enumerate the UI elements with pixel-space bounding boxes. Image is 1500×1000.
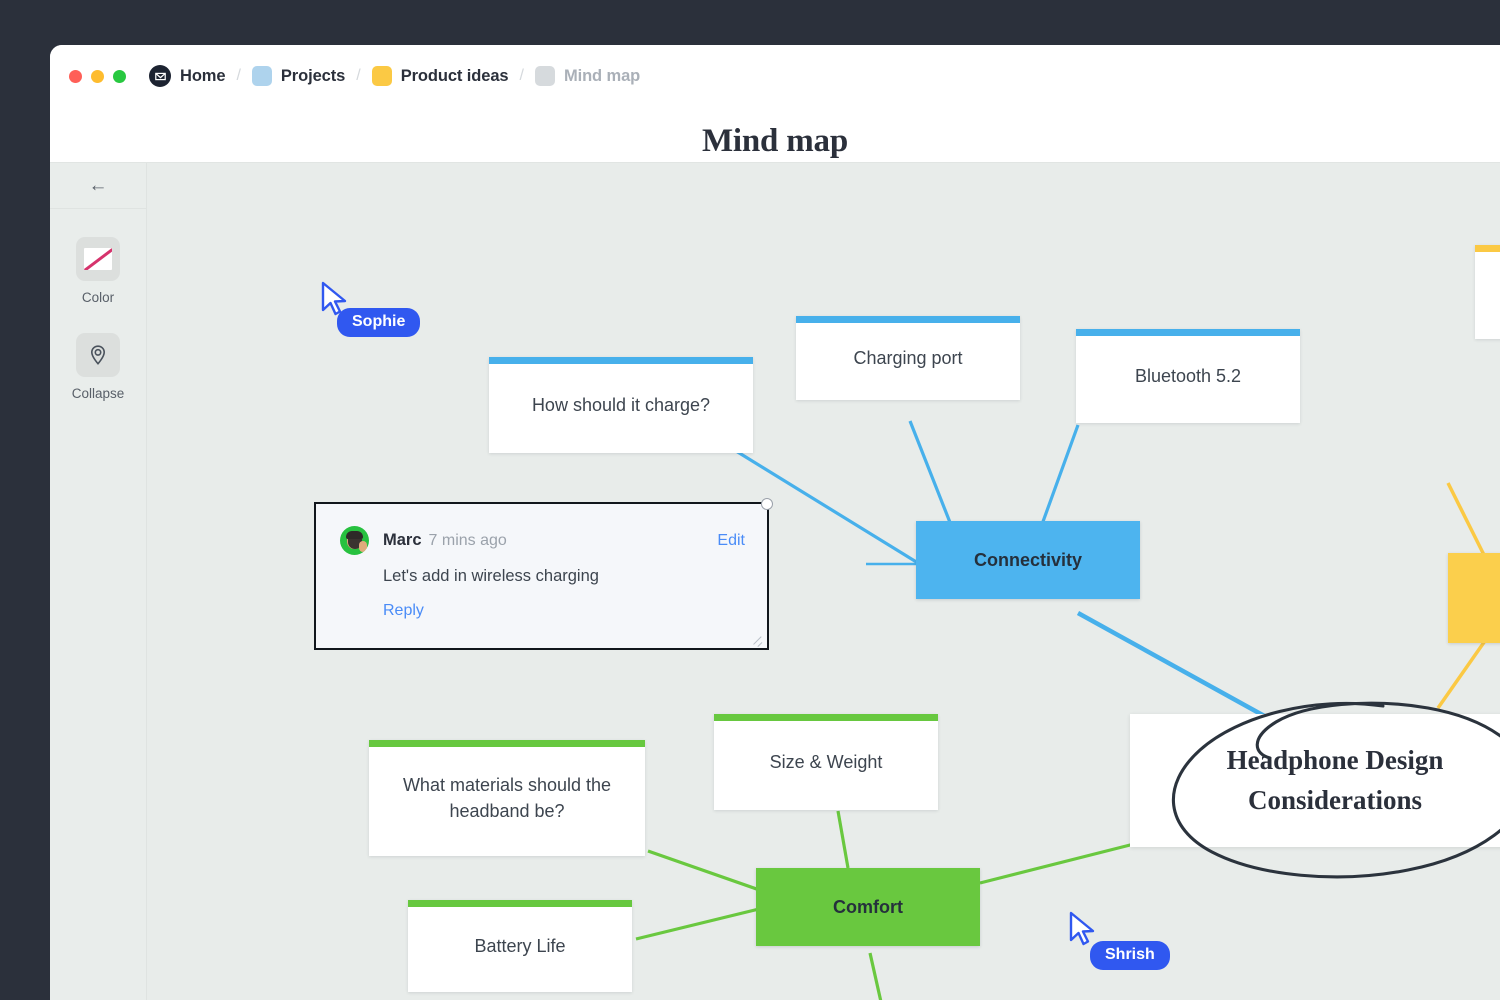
node-center-headphone-design[interactable]: Headphone Design Considerations	[1130, 714, 1500, 847]
node-how-should-it-charge[interactable]: How should it charge?	[489, 357, 753, 453]
no-color-swatch-icon	[84, 248, 112, 270]
node-color-bar	[1076, 329, 1300, 336]
collaborator-cursor-shrish: Shrish	[1068, 911, 1198, 971]
node-size-weight[interactable]: Size & Weight	[714, 714, 938, 810]
comment-timestamp: 7 mins ago	[429, 532, 507, 550]
cursor-arrow-icon	[1068, 911, 1098, 947]
node-active-noise[interactable]: Acti	[1475, 245, 1500, 339]
sidebar-back-button[interactable]: ←	[50, 163, 146, 209]
node-label: How should it charge?	[532, 392, 710, 418]
comment-text: Let's add in wireless charging	[383, 567, 745, 586]
node-label: What materials should the headband be?	[383, 772, 631, 824]
node-color-bar	[408, 900, 632, 907]
selection-handle-dot[interactable]	[761, 498, 773, 510]
breadcrumb-label-product-ideas: Product ideas	[401, 67, 509, 86]
sidebar-item-collapse[interactable]: Collapse	[50, 333, 146, 401]
workspace-body: ← Color Collapse	[50, 162, 1500, 1000]
arrow-left-icon: ←	[89, 176, 108, 195]
comment-header: Marc 7 mins ago Edit	[340, 526, 745, 555]
blue-square-icon	[252, 66, 272, 86]
collapse-tool-button[interactable]	[76, 333, 120, 377]
comment-reply-link[interactable]: Reply	[383, 602, 745, 620]
screenshot-root: Home / Projects / Product ideas / Mind m…	[0, 0, 1500, 1000]
maximize-window-icon[interactable]	[113, 70, 126, 83]
comment-body: Marc 7 mins ago Edit Let's add in wirele…	[316, 504, 767, 648]
close-window-icon[interactable]	[69, 70, 82, 83]
breadcrumb-separator: /	[236, 67, 240, 85]
node-label: Battery Life	[474, 933, 565, 959]
node-headband-materials[interactable]: What materials should the headband be?	[369, 740, 645, 856]
cursor-name-label: Sophie	[337, 308, 420, 337]
map-pin-icon	[86, 343, 110, 367]
node-charging-port[interactable]: Charging port	[796, 316, 1020, 400]
color-tool-button[interactable]	[76, 237, 120, 281]
sidebar-item-label: Collapse	[72, 386, 125, 401]
node-label: Size & Weight	[770, 749, 883, 775]
node-color-bar	[489, 357, 753, 364]
breadcrumb-item-mind-map[interactable]: Mind map	[535, 66, 640, 86]
breadcrumb-separator: /	[356, 67, 360, 85]
center-node-label: Headphone Design Considerations	[1185, 741, 1485, 821]
node-label: Bluetooth 5.2	[1135, 363, 1241, 389]
app-logo-icon	[149, 65, 171, 87]
grey-square-icon	[535, 66, 555, 86]
window-titlebar: Home / Projects / Product ideas / Mind m…	[50, 45, 1500, 107]
collaborator-cursor-sophie: Sophie	[320, 281, 450, 341]
node-color-bar	[1475, 245, 1500, 252]
node-battery-life[interactable]: Battery Life	[408, 900, 632, 992]
sidebar-item-color[interactable]: Color	[50, 237, 146, 305]
comment-author: Marc	[383, 531, 422, 550]
comment-card[interactable]: Marc 7 mins ago Edit Let's add in wirele…	[314, 502, 769, 650]
node-bluetooth[interactable]: Bluetooth 5.2	[1076, 329, 1300, 423]
breadcrumb-label-home: Home	[180, 67, 225, 86]
breadcrumb-label-mind-map: Mind map	[564, 67, 640, 86]
branch-label: Comfort	[833, 897, 903, 918]
tool-sidebar: ← Color Collapse	[50, 163, 147, 1000]
breadcrumb-label-projects: Projects	[281, 67, 345, 86]
avatar	[340, 526, 369, 555]
app-window: Home / Projects / Product ideas / Mind m…	[50, 45, 1500, 1000]
mindmap-canvas[interactable]: How should it charge? Charging port Blue…	[148, 163, 1500, 1000]
node-color-bar	[714, 714, 938, 721]
comment-edit-link[interactable]: Edit	[717, 532, 745, 550]
breadcrumb: Home / Projects / Product ideas / Mind m…	[149, 65, 640, 87]
node-color-bar	[369, 740, 645, 747]
branch-connectivity[interactable]: Connectivity	[916, 521, 1140, 599]
breadcrumb-item-home[interactable]: Home	[149, 65, 225, 87]
breadcrumb-item-projects[interactable]: Projects	[252, 66, 345, 86]
branch-comfort[interactable]: Comfort	[756, 868, 980, 946]
breadcrumb-item-product-ideas[interactable]: Product ideas	[372, 66, 509, 86]
breadcrumb-separator: /	[520, 67, 524, 85]
sidebar-item-label: Color	[82, 290, 114, 305]
node-color-bar	[796, 316, 1020, 323]
resize-handle-icon[interactable]	[749, 631, 763, 645]
page-title-text: Mind map	[702, 123, 848, 160]
yellow-square-icon	[372, 66, 392, 86]
traffic-light-buttons[interactable]	[69, 70, 126, 83]
minimize-window-icon[interactable]	[91, 70, 104, 83]
branch-label: Connectivity	[974, 550, 1082, 571]
node-label: Charging port	[853, 345, 962, 371]
cursor-name-label: Shrish	[1090, 941, 1170, 970]
branch-performance[interactable]: Perfo	[1448, 553, 1500, 643]
